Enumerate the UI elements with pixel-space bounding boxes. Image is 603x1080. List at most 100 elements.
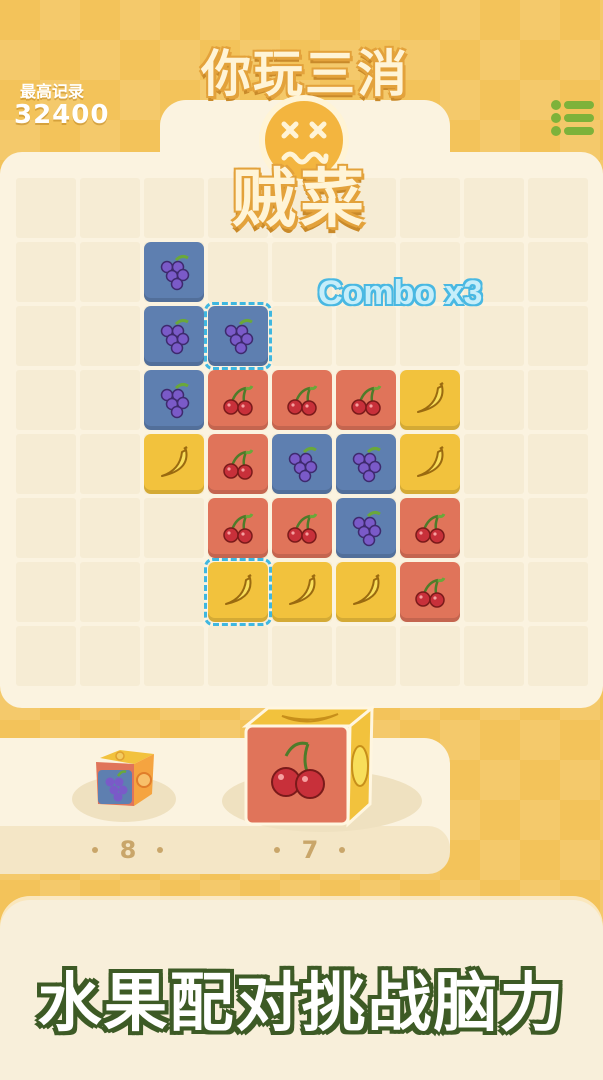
cherry-tile[interactable] [208,434,268,494]
board-cell[interactable] [526,304,590,368]
board-cell[interactable] [398,560,462,624]
board-cell[interactable] [78,496,142,560]
banana-tile[interactable] [400,370,460,430]
board-cell[interactable] [14,368,78,432]
grape-icon [346,444,386,484]
grape-tile[interactable] [272,434,332,494]
board-cell[interactable] [14,240,78,304]
board-cell[interactable] [78,304,142,368]
board-cell[interactable] [334,624,398,688]
board-cell[interactable] [14,432,78,496]
banana-tile[interactable] [400,434,460,494]
grape-icon [346,508,386,548]
board-cell[interactable] [78,560,142,624]
board-cell[interactable] [270,560,334,624]
board-cell[interactable] [204,558,272,626]
cherry-tile[interactable] [400,562,460,622]
board-cell[interactable] [206,496,270,560]
banana-tile[interactable] [272,562,332,622]
orange-icon [136,772,152,788]
board-cell[interactable] [398,368,462,432]
board-cell[interactable] [142,560,206,624]
board-cell[interactable] [398,304,462,368]
board-cell[interactable] [462,432,526,496]
grape-tile-selected[interactable] [204,302,272,370]
board-cell[interactable] [142,304,206,368]
board-cell[interactable] [462,176,526,240]
board-cell[interactable] [14,176,78,240]
board-cell[interactable] [462,368,526,432]
cherry-tile[interactable] [208,498,268,558]
board-cell[interactable] [462,560,526,624]
grape-tile[interactable] [336,434,396,494]
small-fruit-cube[interactable] [90,748,158,810]
board-cell[interactable] [206,368,270,432]
board-cell[interactable] [526,560,590,624]
board-cell[interactable] [206,624,270,688]
banana-icon [154,444,194,484]
board-cell[interactable] [398,624,462,688]
cherry-icon [282,508,322,548]
cherry-tile[interactable] [400,498,460,558]
cherry-tile[interactable] [208,370,268,430]
cherry-tile[interactable] [272,498,332,558]
board-cell[interactable] [78,240,142,304]
board-cell[interactable] [526,368,590,432]
board-cell[interactable] [334,560,398,624]
board-cell[interactable] [334,496,398,560]
board-cell[interactable] [270,304,334,368]
big-cube-count: 7 [301,836,319,864]
board-cell[interactable] [462,304,526,368]
board-grid [14,176,590,688]
banana-icon [282,572,322,612]
board-cell[interactable] [78,368,142,432]
banana-tile[interactable] [336,562,396,622]
grape-tile[interactable] [336,498,396,558]
banana-tile-selected[interactable] [204,558,272,626]
board-cell[interactable] [206,240,270,304]
grape-tile[interactable] [144,306,204,366]
board-cell[interactable] [206,432,270,496]
grape-tile[interactable] [144,370,204,430]
board-cell[interactable] [270,432,334,496]
board-cell[interactable] [78,624,142,688]
cherry-icon [410,572,450,612]
board-cell[interactable] [14,304,78,368]
grape-icon [154,252,194,292]
board-cell[interactable] [526,240,590,304]
board-cell[interactable] [142,496,206,560]
board-cell[interactable] [270,496,334,560]
board-cell[interactable] [270,368,334,432]
cherry-tile[interactable] [336,370,396,430]
big-fruit-cube[interactable] [242,704,374,828]
board-cell[interactable] [142,624,206,688]
board-cell[interactable] [14,496,78,560]
board-cell[interactable] [526,432,590,496]
board-cell[interactable] [398,432,462,496]
board-cell[interactable] [462,624,526,688]
cherry-icon [410,508,450,548]
menu-button[interactable] [548,98,598,138]
board-cell[interactable] [142,368,206,432]
board-cell[interactable] [398,496,462,560]
board-cell[interactable] [462,496,526,560]
board-cell[interactable] [78,432,142,496]
board-cell[interactable] [142,240,206,304]
board-cell[interactable] [14,560,78,624]
board-cell[interactable] [142,432,206,496]
board-cell[interactable] [526,176,590,240]
cherry-tile[interactable] [272,370,332,430]
cherry-icon [218,508,258,548]
board-cell[interactable] [334,368,398,432]
grape-tile[interactable] [144,242,204,302]
board-cell[interactable] [204,302,272,370]
board-cell[interactable] [78,176,142,240]
board-cell[interactable] [270,624,334,688]
board-cell[interactable] [526,624,590,688]
board-cell[interactable] [334,304,398,368]
board-cell[interactable] [14,624,78,688]
board-cell[interactable] [526,496,590,560]
board-cell[interactable] [334,432,398,496]
list-menu-icon [551,100,594,136]
banana-tile[interactable] [144,434,204,494]
